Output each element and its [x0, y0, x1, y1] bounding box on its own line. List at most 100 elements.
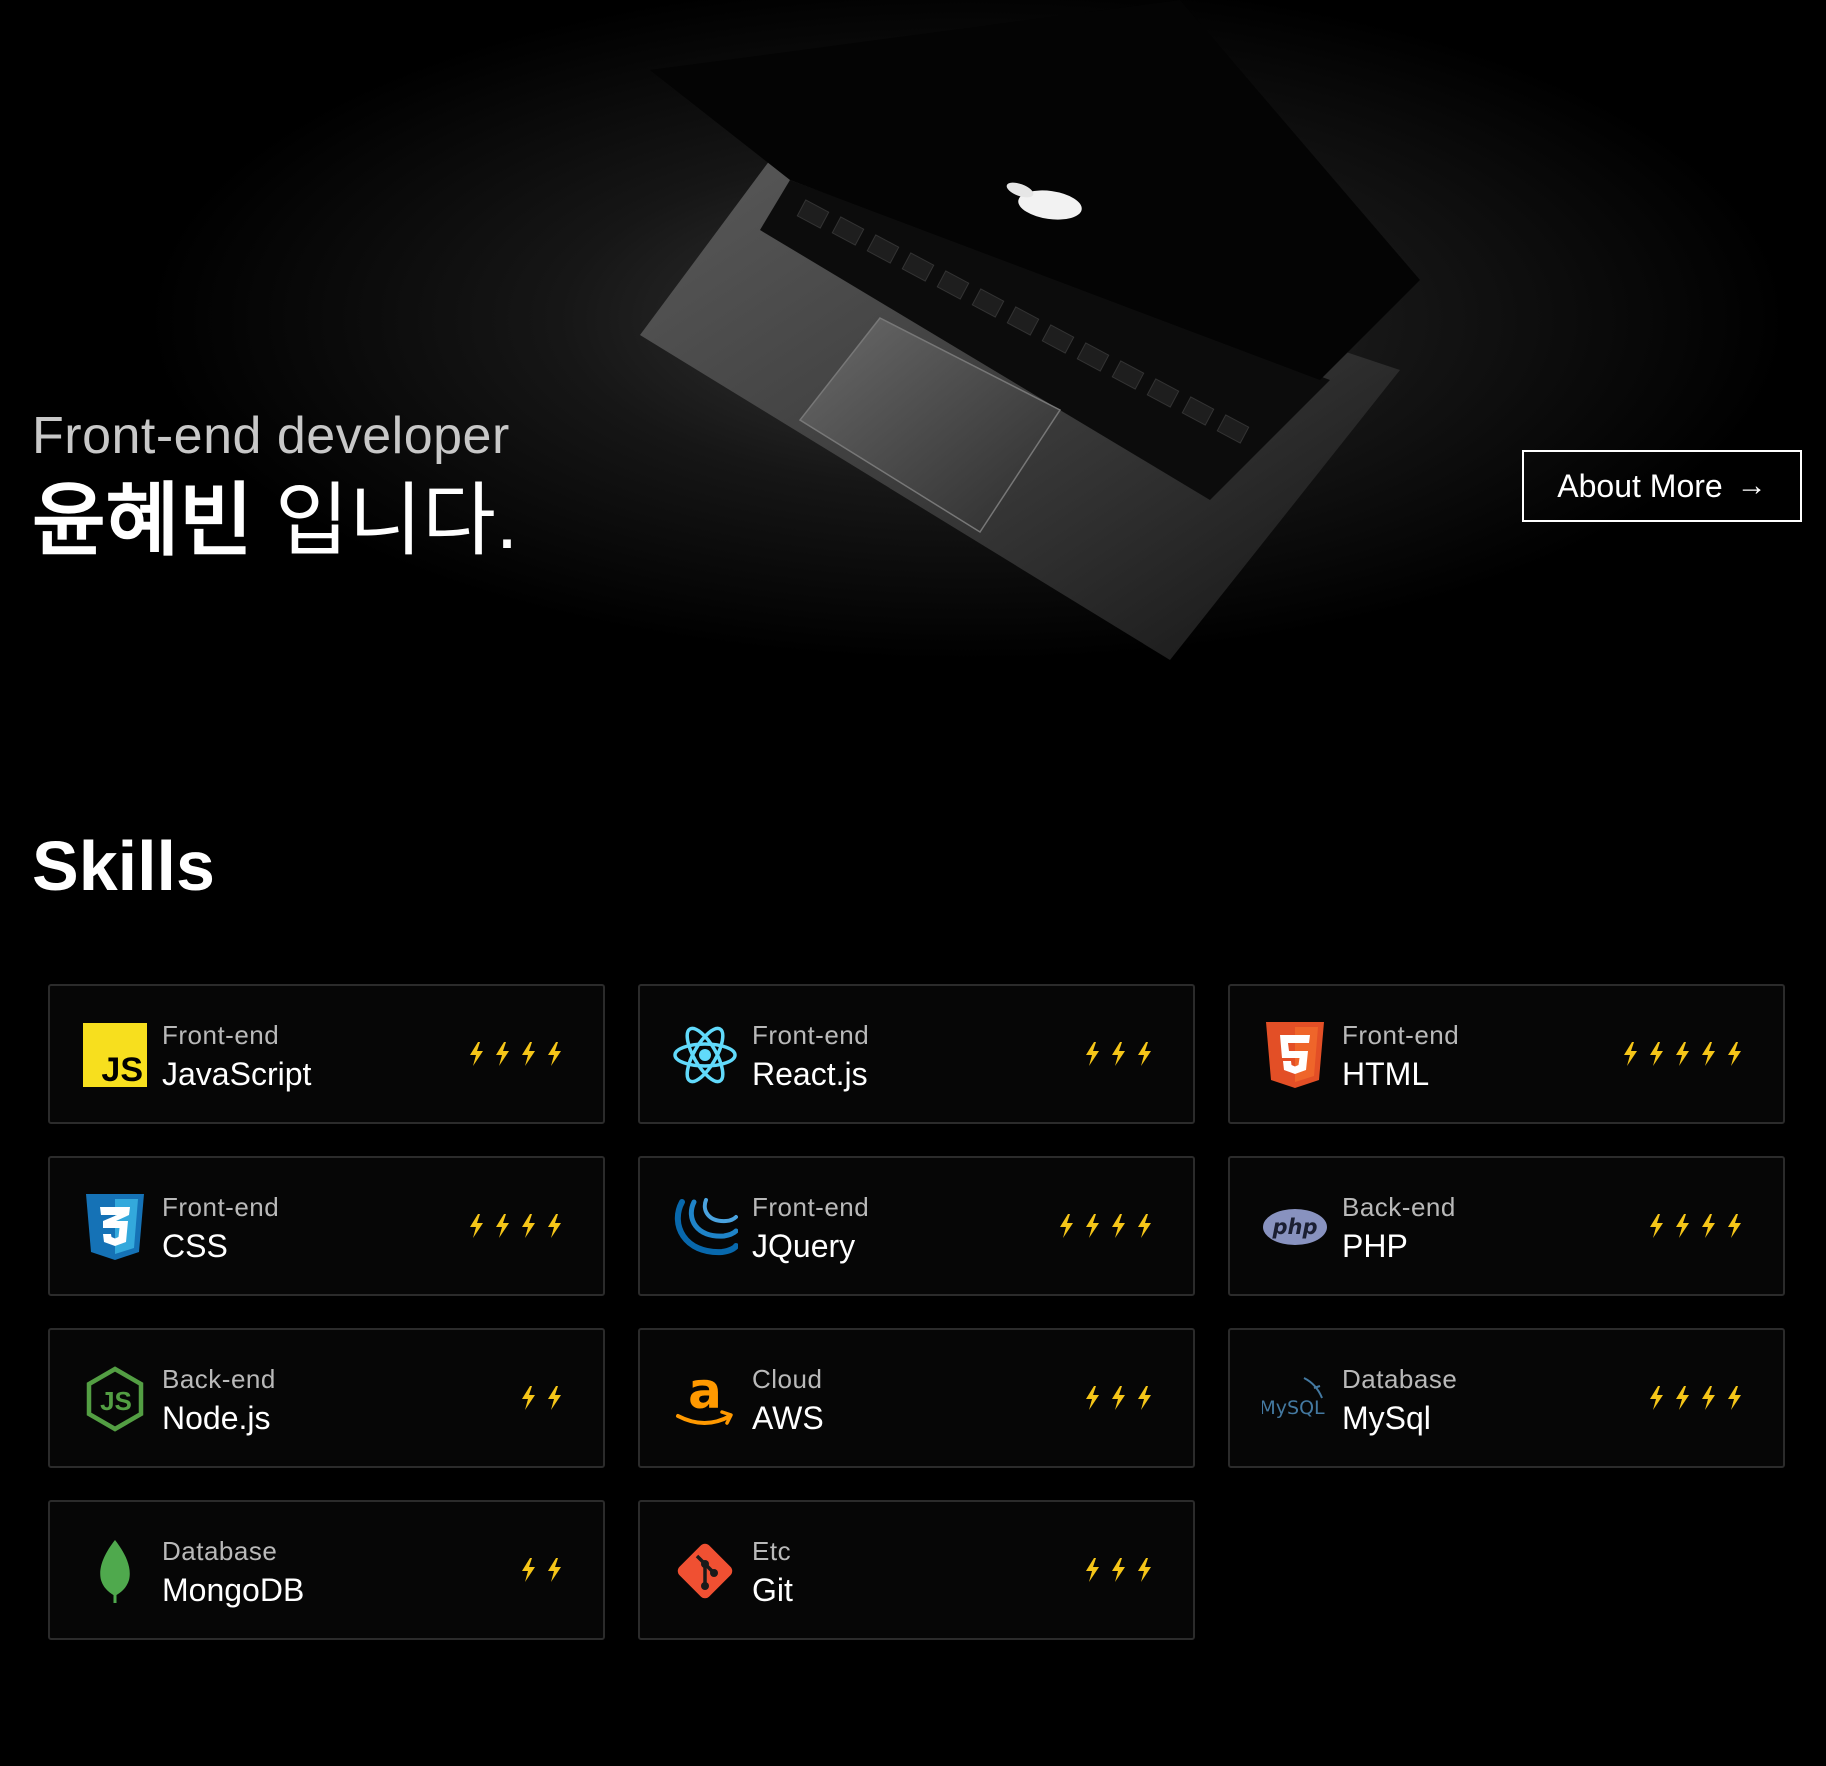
skill-name: AWS: [752, 1400, 824, 1436]
skill-rating: [1084, 1558, 1153, 1582]
lightning-bolt-icon: [1060, 1214, 1073, 1238]
skill-rating: [1648, 1214, 1743, 1238]
javascript-icon: JS: [82, 1022, 148, 1088]
lightning-bolt-icon: [1086, 1214, 1099, 1238]
skills-heading: Skills: [32, 827, 215, 905]
lightning-bolt-icon: [1138, 1558, 1151, 1582]
lightning-bolt-icon: [1702, 1042, 1715, 1066]
lightning-bolt-icon: [1702, 1386, 1715, 1410]
lightning-bolt-icon: [496, 1042, 509, 1066]
lightning-bolt-icon: [1728, 1042, 1741, 1066]
skill-rating: [1648, 1386, 1743, 1410]
skill-category: Front-end: [752, 1192, 870, 1222]
lightning-bolt-icon: [1112, 1042, 1125, 1066]
skill-name: Node.js: [162, 1400, 271, 1436]
lightning-bolt-icon: [1112, 1386, 1125, 1410]
lightning-bolt-icon: [470, 1042, 483, 1066]
svg-text:MySQL: MySQL: [1262, 1397, 1325, 1419]
skill-rating: [1058, 1214, 1153, 1238]
skill-card-css: Front-end CSS: [48, 1156, 605, 1296]
lightning-bolt-icon: [1728, 1214, 1741, 1238]
lightning-bolt-icon: [1086, 1558, 1099, 1582]
php-icon: php: [1262, 1194, 1328, 1260]
lightning-bolt-icon: [548, 1558, 561, 1582]
lightning-bolt-icon: [548, 1386, 561, 1410]
about-more-button[interactable]: About More →: [1522, 450, 1802, 522]
aws-icon: a: [672, 1366, 738, 1432]
skill-name: React.js: [752, 1056, 868, 1092]
css3-icon: [82, 1194, 148, 1260]
lightning-bolt-icon: [1650, 1386, 1663, 1410]
lightning-bolt-icon: [522, 1214, 535, 1238]
hero-title: 윤혜빈 입니다.: [32, 476, 518, 566]
skill-category: Back-end: [162, 1364, 276, 1394]
skill-card-jquery: Front-end JQuery: [638, 1156, 1195, 1296]
svg-text:JS: JS: [100, 1386, 132, 1416]
skill-category: Front-end: [752, 1020, 870, 1050]
lightning-bolt-icon: [1702, 1214, 1715, 1238]
hero-text: Front-end developer 윤혜빈 입니다.: [32, 404, 518, 566]
lightning-bolt-icon: [1086, 1042, 1099, 1066]
hero-subtitle: Front-end developer: [32, 407, 510, 465]
lightning-bolt-icon: [548, 1042, 561, 1066]
arrow-right-icon: →: [1736, 469, 1767, 502]
mongodb-icon: [82, 1538, 148, 1604]
svg-text:a: a: [688, 1366, 722, 1420]
skill-name: MongoDB: [162, 1572, 305, 1608]
skill-name: MySql: [1342, 1400, 1431, 1436]
skill-rating: [468, 1214, 563, 1238]
lightning-bolt-icon: [1138, 1386, 1151, 1410]
lightning-bolt-icon: [522, 1042, 535, 1066]
svg-text:php: php: [1271, 1215, 1317, 1239]
skill-card-html: Front-end HTML: [1228, 984, 1785, 1124]
hero-name: 윤혜빈: [32, 476, 253, 565]
lightning-bolt-icon: [1624, 1042, 1637, 1066]
lightning-bolt-icon: [496, 1214, 509, 1238]
lightning-bolt-icon: [548, 1214, 561, 1238]
lightning-bolt-icon: [1676, 1042, 1689, 1066]
lightning-bolt-icon: [522, 1386, 535, 1410]
skill-rating: [520, 1386, 563, 1410]
laptop-hero-image: [0, 0, 1826, 760]
svg-text:JS: JS: [101, 1051, 143, 1087]
jquery-icon: [672, 1194, 738, 1260]
skill-category: Front-end: [162, 1192, 280, 1222]
skill-name: CSS: [162, 1228, 228, 1264]
skill-category: Cloud: [752, 1364, 823, 1394]
skill-rating: [1622, 1042, 1743, 1066]
skill-card-mysql: MySQL Database MySql: [1228, 1328, 1785, 1468]
skill-card-javascript: JS Front-end JavaScript: [48, 984, 605, 1124]
lightning-bolt-icon: [1676, 1214, 1689, 1238]
lightning-bolt-icon: [1112, 1558, 1125, 1582]
skill-name: JQuery: [752, 1228, 856, 1264]
nodejs-icon: JS: [82, 1366, 148, 1432]
react-icon: [672, 1022, 738, 1088]
skill-rating: [468, 1042, 563, 1066]
skill-name: HTML: [1342, 1056, 1430, 1092]
skill-card-mongodb: Database MongoDB: [48, 1500, 605, 1640]
skill-card-php: php Back-end PHP: [1228, 1156, 1785, 1296]
git-icon: [672, 1538, 738, 1604]
hero-section: Front-end developer 윤혜빈 입니다. About More …: [0, 0, 1826, 760]
skill-category: Back-end: [1342, 1192, 1456, 1222]
skill-rating: [1084, 1386, 1153, 1410]
lightning-bolt-icon: [1650, 1214, 1663, 1238]
skill-category: Database: [162, 1536, 278, 1566]
skill-name: Git: [752, 1572, 793, 1608]
hero-title-rest: 입니다.: [252, 476, 519, 565]
skill-rating: [520, 1558, 563, 1582]
skill-card-git: Etc Git: [638, 1500, 1195, 1640]
lightning-bolt-icon: [1676, 1386, 1689, 1410]
lightning-bolt-icon: [470, 1214, 483, 1238]
skill-card-aws: a Cloud AWS: [638, 1328, 1195, 1468]
lightning-bolt-icon: [1138, 1042, 1151, 1066]
lightning-bolt-icon: [522, 1558, 535, 1582]
skill-category: Front-end: [162, 1020, 280, 1050]
lightning-bolt-icon: [1112, 1214, 1125, 1238]
skill-rating: [1084, 1042, 1153, 1066]
skill-category: Front-end: [1342, 1020, 1460, 1050]
skill-card-nodejs: JS Back-end Node.js: [48, 1328, 605, 1468]
skill-category: Etc: [752, 1536, 792, 1566]
lightning-bolt-icon: [1650, 1042, 1663, 1066]
skill-name: JavaScript: [162, 1056, 312, 1092]
